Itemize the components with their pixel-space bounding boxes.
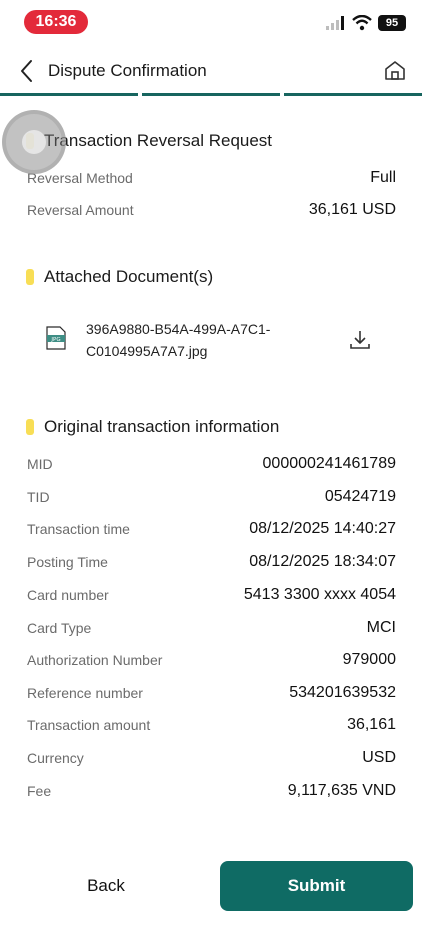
row-label: Currency: [27, 750, 84, 766]
section-title-text: Attached Document(s): [44, 267, 214, 286]
progress-step: [142, 93, 280, 96]
detail-row: TID 05424719: [27, 487, 396, 507]
row-value: 08/12/2025 14:40:27: [249, 520, 396, 537]
status-icons: 95: [326, 14, 406, 32]
row-label: MID: [27, 456, 53, 472]
status-time: 16:36: [24, 10, 88, 34]
row-value: 979000: [342, 651, 396, 668]
cellular-signal-icon: [326, 16, 344, 30]
detail-row: Transaction amount 36,161: [27, 715, 396, 735]
row-label: Authorization Number: [27, 652, 163, 668]
row-label: Reversal Amount: [27, 202, 134, 218]
document-filename: 396A9880-B54A-499A-A7C1- C0104995A7A7.jp…: [86, 318, 316, 362]
row-label: TID: [27, 489, 50, 505]
row-label: Posting Time: [27, 554, 108, 570]
touch-indicator-center: [22, 130, 46, 154]
detail-row: Transaction time 08/12/2025 14:40:27: [27, 519, 396, 539]
row-value: 9,117,635 VND: [287, 782, 396, 799]
back-button[interactable]: Back: [44, 862, 168, 910]
page-title: Dispute Confirmation: [48, 61, 207, 80]
detail-row: MID 000000241461789: [27, 454, 396, 474]
row-value: 5413 3300 xxxx 4054: [243, 586, 396, 603]
submit-button[interactable]: Submit: [220, 861, 413, 911]
jpg-file-icon: JPG: [46, 326, 66, 350]
filename-line: 396A9880-B54A-499A-A7C1-: [86, 321, 271, 337]
row-label: Card Type: [27, 620, 92, 636]
row-label: Transaction amount: [27, 717, 151, 733]
detail-row: Currency USD: [27, 748, 396, 768]
row-label: Reference number: [27, 685, 143, 701]
row-value: USD: [362, 749, 396, 766]
step-progress-bar: [0, 93, 422, 97]
detail-row: Fee 9,117,635 VND: [27, 781, 396, 801]
touch-indicator: [2, 110, 66, 174]
dispute-confirmation-screen: 16:36 95 Dispute Confirmation Transactio…: [0, 0, 422, 945]
home-icon[interactable]: [384, 59, 406, 81]
row-value: 534201639532: [289, 684, 396, 701]
back-arrow-icon[interactable]: [18, 59, 36, 83]
progress-step: [0, 93, 138, 96]
section-title-text: Original transaction information: [44, 417, 280, 436]
detail-row: Card Type MCI: [27, 618, 396, 638]
svg-text:JPG: JPG: [50, 337, 60, 343]
section-title-original-transaction: Original transaction information: [26, 416, 279, 438]
status-bar: 16:36 95: [0, 0, 422, 44]
filename-line: C0104995A7A7.jpg: [86, 343, 208, 359]
section-marker: [26, 269, 34, 285]
row-value: Full: [370, 169, 396, 186]
wifi-icon: [352, 15, 372, 31]
attached-document[interactable]: JPG 396A9880-B54A-499A-A7C1- C0104995A7A…: [46, 318, 396, 364]
row-value: 36,161 USD: [308, 201, 396, 218]
row-value: MCI: [366, 619, 396, 636]
section-title-text: Transaction Reversal Request: [44, 131, 273, 150]
download-icon[interactable]: [348, 328, 372, 352]
detail-row: Reversal Amount 36,161 USD: [27, 200, 396, 220]
battery-icon: 95: [378, 15, 406, 31]
row-label: Transaction time: [27, 521, 130, 537]
row-value: 08/12/2025 18:34:07: [249, 553, 396, 570]
row-label: Fee: [27, 783, 52, 799]
row-label: Card number: [27, 587, 109, 603]
detail-row: Card number 5413 3300 xxxx 4054: [27, 585, 396, 605]
detail-row: Reference number 534201639532: [27, 683, 396, 703]
detail-row: Authorization Number 979000: [27, 650, 396, 670]
detail-row: Posting Time 08/12/2025 18:34:07: [27, 552, 396, 572]
detail-row: Reversal Method Full: [27, 168, 396, 188]
app-header: Dispute Confirmation: [0, 50, 422, 92]
progress-step: [284, 93, 422, 96]
section-marker: [26, 419, 34, 435]
row-value: 000000241461789: [262, 455, 396, 472]
section-title-attachments: Attached Document(s): [26, 266, 213, 288]
row-value: 05424719: [324, 488, 396, 505]
row-value: 36,161: [347, 716, 396, 733]
